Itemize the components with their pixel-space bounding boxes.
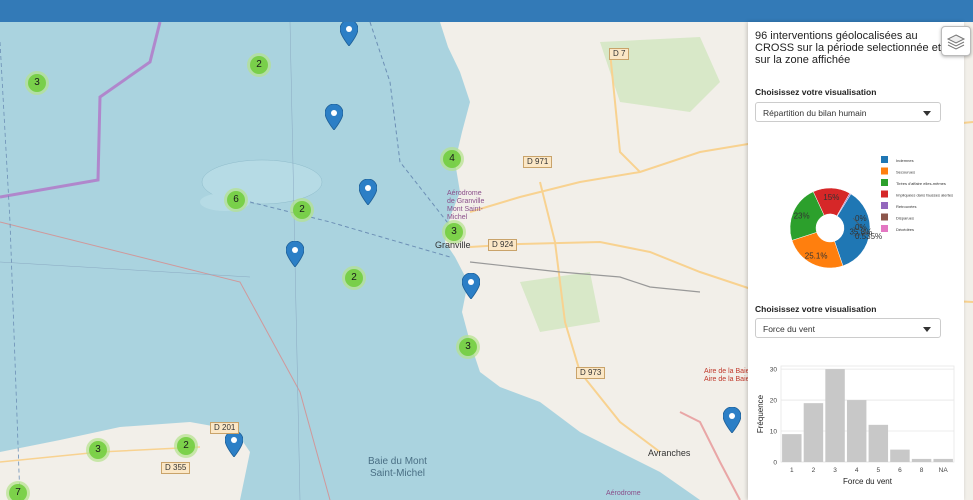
cluster-count: 6 — [227, 191, 245, 209]
bar-chart: 0 10 20 30 1 2 3 4 5 6 8 NA Force du vent Fréquence — [756, 365, 955, 486]
cluster-count: 7 — [9, 484, 27, 500]
cluster-count: 3 — [89, 441, 107, 459]
cluster-marker[interactable]: 3 — [456, 335, 480, 359]
place-label-granville: Granville — [435, 240, 471, 250]
x-tick-label: 3 — [833, 467, 837, 474]
legend-swatch — [881, 190, 888, 198]
map-pin-icon[interactable] — [286, 241, 304, 267]
select-value: Répartition du bilan humain — [763, 108, 867, 118]
road-label-d971: D 971 — [523, 156, 553, 168]
cluster-marker[interactable]: 6 — [224, 188, 248, 212]
cluster-count: 3 — [445, 223, 463, 241]
legend-swatch — [881, 179, 888, 186]
place-label-aire-baie: Aire de la Baie Aire de la Baie — [704, 368, 750, 383]
y-tick-label: 0 — [773, 460, 777, 467]
cluster-marker[interactable]: 7 — [6, 481, 30, 500]
bar — [803, 403, 824, 462]
legend-swatch — [881, 225, 888, 232]
x-axis-label: Force du vent — [843, 477, 893, 486]
map-pin-icon[interactable] — [723, 407, 741, 433]
bar — [825, 369, 845, 462]
bar — [911, 458, 932, 462]
cluster-marker[interactable]: 2 — [342, 266, 366, 290]
legend-swatch — [881, 167, 888, 175]
cluster-count: 2 — [177, 437, 195, 455]
cluster-count: 2 — [293, 201, 311, 219]
pie-slice-label: 25.1% — [805, 252, 828, 261]
legend-swatch — [881, 156, 888, 163]
visualisation-select-1[interactable]: Répartition du bilan humain — [755, 102, 941, 122]
pie-chart: 35.8%25.1%23%15%0%0%0.535%IndemnesSecour… — [789, 156, 953, 269]
cluster-count: 3 — [459, 338, 477, 356]
place-label-aerodrome-2: Aérodrome — [606, 490, 641, 497]
legend-label: Indemnes — [896, 158, 914, 163]
x-tick-label: 8 — [920, 467, 924, 474]
bar — [846, 400, 867, 462]
x-tick-label: NA — [939, 467, 949, 474]
x-tick-label: 2 — [812, 467, 816, 474]
layers-icon — [946, 34, 966, 50]
select-value: Force du vent — [763, 324, 815, 334]
map-pin-icon[interactable] — [359, 179, 377, 205]
bar — [782, 434, 802, 462]
place-label-baie: Baie du Mont Saint-Michel — [368, 456, 427, 479]
cluster-marker[interactable]: 3 — [86, 438, 110, 462]
cluster-marker[interactable]: 2 — [174, 434, 198, 458]
cluster-marker[interactable]: 2 — [290, 198, 314, 222]
y-tick-label: 30 — [770, 367, 778, 374]
bar — [890, 449, 910, 462]
y-tick-label: 20 — [770, 398, 778, 405]
map-pin-icon[interactable] — [325, 104, 343, 130]
pie-slice-label: 0% — [855, 223, 867, 232]
pie-slice-label: 23% — [794, 212, 810, 221]
place-label-avranches: Avranches — [648, 448, 691, 458]
bar — [868, 424, 889, 462]
legend-label: Retrouvées — [896, 204, 916, 209]
road-label-d924: D 924 — [488, 239, 518, 251]
layers-control-button[interactable] — [941, 26, 971, 56]
cluster-marker[interactable]: 2 — [247, 53, 271, 77]
visualisation-select-2[interactable]: Force du vent — [755, 318, 941, 338]
legend-label: Tirées d'affaire elles-mêmes — [896, 181, 946, 186]
bar — [933, 458, 953, 462]
y-tick-label: 10 — [770, 429, 778, 436]
map-pin-icon[interactable] — [462, 273, 480, 299]
legend-swatch — [881, 202, 888, 209]
map-pin-icon[interactable] — [225, 431, 243, 457]
legend-swatch — [881, 213, 888, 221]
road-label-d973: D 973 — [576, 367, 606, 379]
stats-panel: 96 interventions géolocalisées au CROSS … — [748, 22, 964, 500]
app-top-bar — [0, 0, 973, 22]
visualisation-label-2: Choisissez votre visualisation — [755, 304, 877, 314]
place-label-aerodrome: Aérodrome de Granville Mont Saint- Miche… — [447, 190, 485, 221]
visualisation-label-1: Choisissez votre visualisation — [755, 87, 877, 97]
panel-title: 96 interventions géolocalisées au CROSS … — [755, 30, 941, 66]
legend-label: Disparues — [896, 216, 914, 221]
legend-label: Décédées — [896, 227, 914, 232]
cluster-count: 3 — [28, 74, 46, 92]
y-axis-label: Fréquence — [756, 394, 765, 433]
cluster-count: 2 — [250, 56, 268, 74]
road-label-d7: D 7 — [609, 48, 630, 60]
pie-slice-label: 15% — [823, 193, 839, 202]
legend-label: Impliquées dans fausses alertes — [896, 193, 953, 198]
x-tick-label: 1 — [790, 467, 794, 474]
legend-label: Secourues — [896, 170, 915, 175]
road-label-d355: D 355 — [161, 462, 191, 474]
pie-slice-label: 0.535% — [855, 232, 882, 241]
road-label-d201: D 201 — [210, 422, 240, 434]
cluster-count: 2 — [345, 269, 363, 287]
pie-slice-label: 0% — [855, 214, 867, 223]
x-tick-label: 4 — [855, 467, 859, 474]
map-pin-icon[interactable] — [340, 22, 358, 46]
x-tick-label: 6 — [898, 467, 902, 474]
x-tick-label: 5 — [877, 467, 881, 474]
chevron-down-icon — [923, 327, 931, 332]
cluster-count: 4 — [443, 150, 461, 168]
cluster-marker[interactable]: 3 — [25, 71, 49, 95]
cluster-marker[interactable]: 4 — [440, 147, 464, 171]
chevron-down-icon — [923, 111, 931, 116]
